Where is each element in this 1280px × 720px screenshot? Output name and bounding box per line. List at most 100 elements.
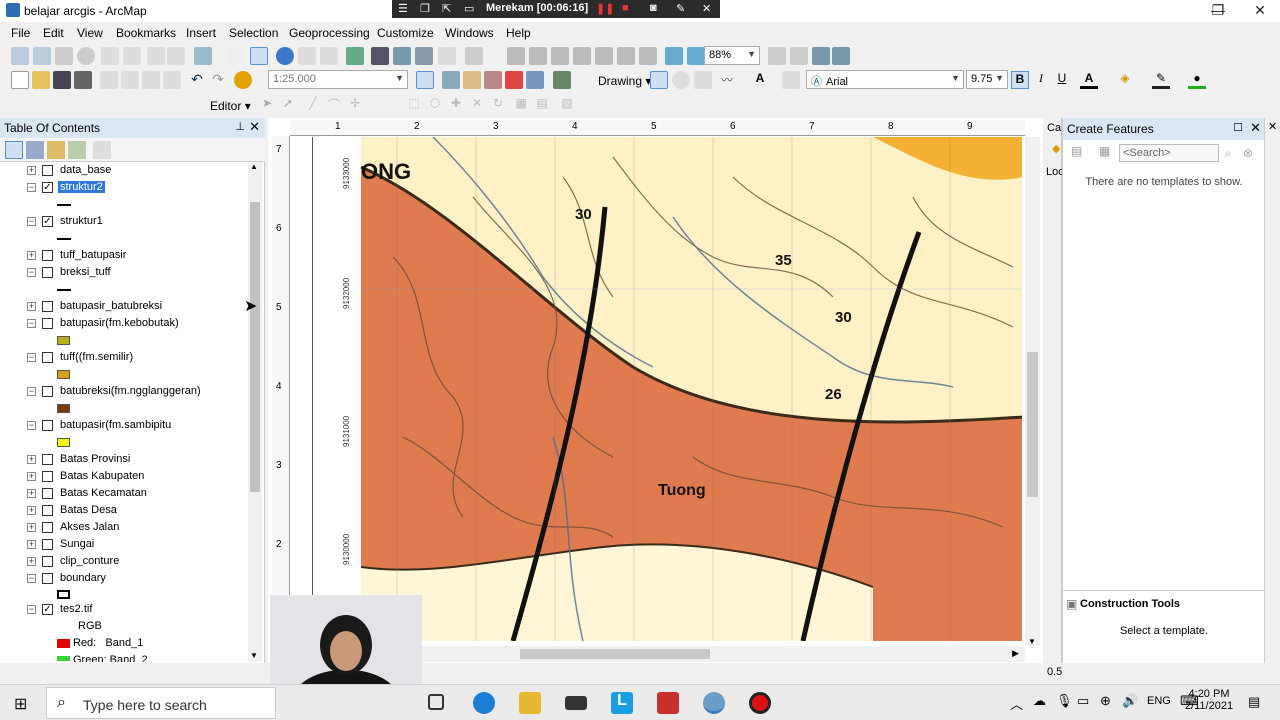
- taskbar-search-box[interactable]: ⌕ Type here to search: [46, 687, 276, 719]
- delete-icon[interactable]: [163, 71, 181, 89]
- collapse-icon[interactable]: −: [27, 387, 36, 396]
- edit-vertices-icon[interactable]: [782, 71, 800, 89]
- menu-customize[interactable]: Customize: [377, 26, 434, 40]
- zoom-whole-page-icon[interactable]: [573, 47, 591, 65]
- notifications-icon[interactable]: ▤: [1248, 694, 1260, 710]
- python-window-icon[interactable]: [526, 71, 544, 89]
- close-icon[interactable]: ✕: [249, 119, 260, 135]
- menu-bookmarks[interactable]: Bookmarks: [116, 26, 176, 40]
- menu-edit[interactable]: Edit: [43, 26, 64, 40]
- collapse-icon[interactable]: −: [27, 421, 36, 430]
- page-zoom-in-icon[interactable]: [507, 47, 525, 65]
- expand-icon[interactable]: +: [27, 557, 36, 566]
- options-icon[interactable]: [93, 141, 111, 159]
- select-features-icon[interactable]: [194, 47, 212, 65]
- expand-icon[interactable]: +: [27, 251, 36, 260]
- copy-icon[interactable]: [121, 71, 139, 89]
- layer-checkbox[interactable]: [42, 454, 53, 465]
- file-explorer-icon[interactable]: [519, 692, 541, 714]
- layer-checkbox[interactable]: [42, 386, 53, 397]
- page-pan-icon[interactable]: [551, 47, 569, 65]
- show-templates-icon[interactable]: ▦: [1099, 144, 1115, 160]
- layer-row[interactable]: − breksi_tuff: [0, 265, 248, 282]
- layout-view-icon[interactable]: [768, 47, 786, 65]
- rotate-icon[interactable]: [672, 71, 690, 89]
- select-pointer-icon[interactable]: [650, 71, 668, 89]
- rotate-edit-icon[interactable]: ↻: [489, 96, 507, 114]
- layer-row[interactable]: + Batas Kabupaten: [0, 469, 248, 486]
- collapse-icon[interactable]: −: [27, 574, 36, 583]
- fill-symbol[interactable]: [57, 438, 70, 447]
- chevron-up-icon[interactable]: ︿: [1010, 694, 1023, 713]
- edit-vertices-2-icon[interactable]: ⬚: [405, 96, 423, 114]
- cut-polygons-icon[interactable]: ✚: [447, 96, 465, 114]
- redo-icon[interactable]: ↷: [209, 71, 227, 89]
- layer-row[interactable]: − tuff((fm.semilir): [0, 350, 248, 367]
- menu-icon[interactable]: ☰: [398, 2, 408, 15]
- html-popup-icon[interactable]: [438, 47, 456, 65]
- antivirus-icon[interactable]: [657, 692, 679, 714]
- fill-symbol[interactable]: [57, 336, 70, 345]
- clear-selection-icon[interactable]: [226, 47, 244, 65]
- zoom-out-icon[interactable]: [33, 47, 51, 65]
- expand-icon[interactable]: +: [27, 523, 36, 532]
- layer-checkbox[interactable]: [42, 471, 53, 482]
- table-icon[interactable]: [346, 47, 364, 65]
- italic-button[interactable]: I: [1032, 71, 1050, 89]
- toggle-draft-icon[interactable]: [665, 47, 683, 65]
- cloud-icon[interactable]: ☁: [1033, 693, 1046, 709]
- close-icon[interactable]: ✕: [1268, 120, 1277, 133]
- layer-checkbox[interactable]: ✓: [42, 604, 53, 615]
- line-symbol[interactable]: [57, 289, 71, 291]
- menu-help[interactable]: Help: [506, 26, 531, 40]
- cut-icon[interactable]: [100, 71, 118, 89]
- layer-row[interactable]: + Batas Desa: [0, 503, 248, 520]
- text-icon[interactable]: A: [751, 71, 769, 89]
- menu-selection[interactable]: Selection: [229, 26, 278, 40]
- battery-icon[interactable]: ▭: [1077, 693, 1089, 709]
- identify-icon[interactable]: [276, 47, 294, 65]
- network-icon[interactable]: ⊕: [1100, 693, 1111, 709]
- pin-icon[interactable]: ⊥: [235, 120, 245, 133]
- restore-button[interactable]: ❐: [1198, 0, 1238, 22]
- fill-symbol[interactable]: [57, 370, 70, 379]
- menu-insert[interactable]: Insert: [186, 26, 216, 40]
- save-icon[interactable]: [53, 71, 71, 89]
- data-driven-pages-icon[interactable]: [832, 47, 850, 65]
- new-shape-icon[interactable]: 〰: [718, 71, 736, 89]
- layer-row[interactable]: − batupasir(fm.kebobutak): [0, 316, 248, 333]
- collapse-icon[interactable]: −: [27, 605, 36, 614]
- search-window-icon[interactable]: [484, 71, 502, 89]
- toc-scrollbar[interactable]: ▲ ▼: [248, 162, 262, 662]
- expand-icon[interactable]: +: [27, 455, 36, 464]
- map-vertical-scrollbar[interactable]: ▼: [1025, 137, 1040, 646]
- catalog-icon[interactable]: [463, 71, 481, 89]
- font-color-icon[interactable]: A: [1080, 71, 1098, 89]
- binoculars-icon[interactable]: [371, 47, 389, 65]
- layer-row[interactable]: + tuff_batupasir: [0, 248, 248, 265]
- taskbar-clock[interactable]: 4:20 PM 2/11/2021: [1174, 688, 1244, 712]
- zoom-100-icon[interactable]: [595, 47, 613, 65]
- layer-row[interactable]: − ✓ struktur2: [0, 180, 248, 197]
- data-view-icon[interactable]: [790, 47, 808, 65]
- font-size-combo[interactable]: 9.75 ▼: [966, 70, 1008, 89]
- template-search-input[interactable]: <Search>: [1119, 144, 1219, 162]
- layer-checkbox[interactable]: ✓: [42, 216, 53, 227]
- menu-geoprocessing[interactable]: Geoprocessing: [289, 26, 370, 40]
- layer-checkbox[interactable]: [42, 522, 53, 533]
- undo-icon[interactable]: ↶: [188, 71, 206, 89]
- exit-window-icon[interactable]: ⇱: [442, 2, 451, 15]
- zoom-in-icon[interactable]: [11, 47, 29, 65]
- layer-row[interactable]: − ✓ tes2.tif: [0, 602, 248, 619]
- line-symbol[interactable]: [57, 204, 71, 206]
- close-icon[interactable]: ✕: [1250, 120, 1261, 136]
- time-slider-icon[interactable]: [465, 47, 483, 65]
- layer-checkbox[interactable]: [42, 420, 53, 431]
- search-icon[interactable]: ⌕: [1225, 146, 1232, 161]
- menu-file[interactable]: File: [11, 26, 30, 40]
- create-features-window-icon[interactable]: ▧: [558, 96, 576, 114]
- layer-icon[interactable]: ◆: [1052, 142, 1060, 155]
- drawing-menu[interactable]: Drawing ▾: [598, 74, 651, 88]
- layer-checkbox[interactable]: [42, 505, 53, 516]
- list-by-visibility-icon[interactable]: [47, 141, 65, 159]
